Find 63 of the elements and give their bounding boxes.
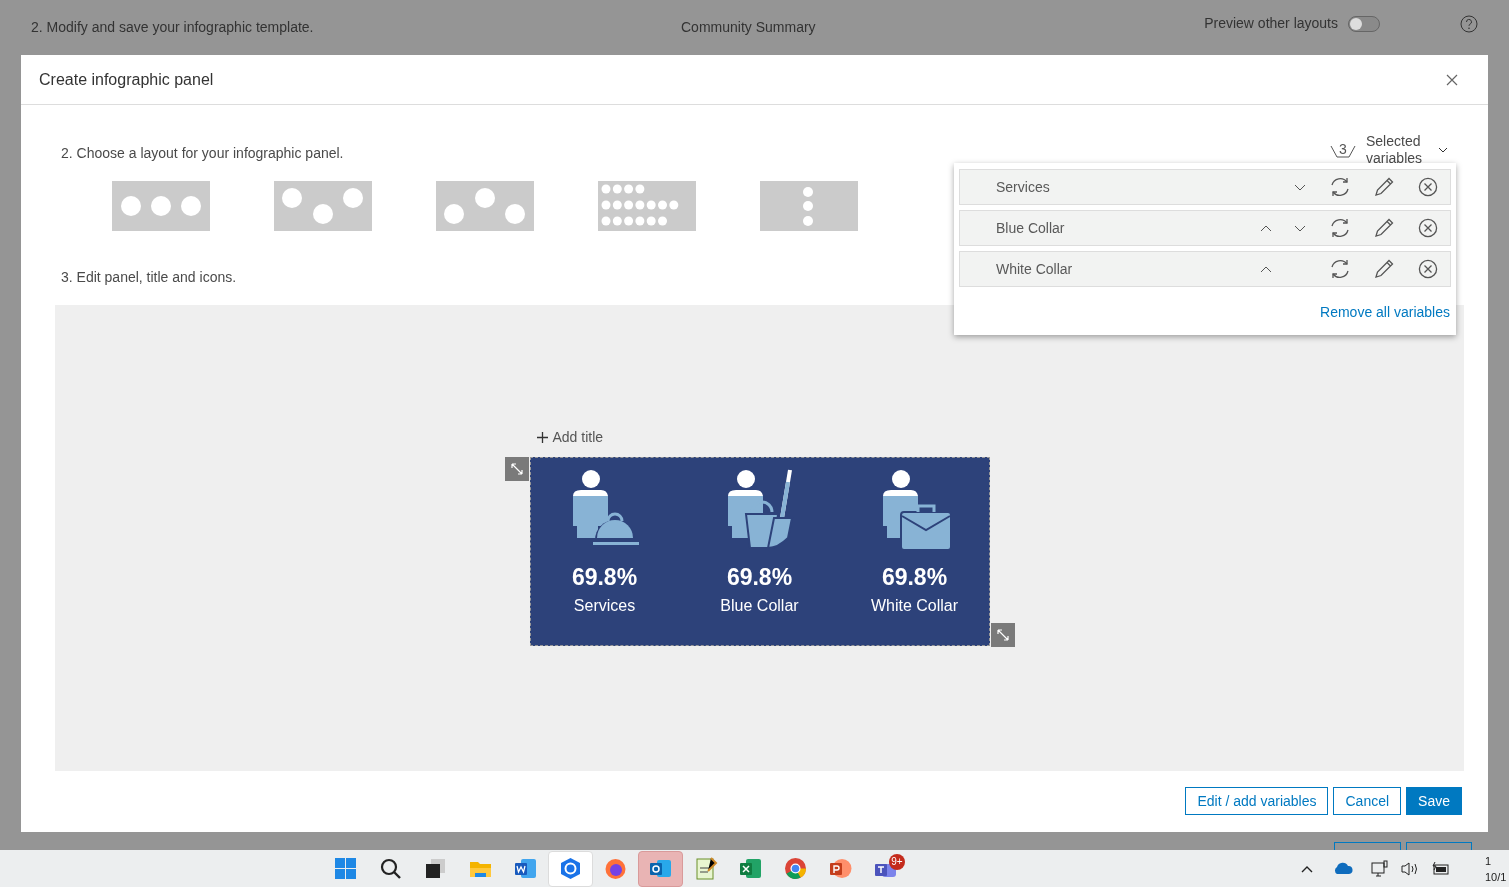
chevron-down-icon [1294,183,1306,191]
help-icon[interactable] [1460,14,1478,33]
dialog-button[interactable]: Cancel [1333,787,1402,815]
add-title-button[interactable]: Add title [536,426,604,448]
infographic-panel[interactable]: 69.8% Services 69.8% Blue Collar 69.8% White Collar [529,456,990,646]
app-icon [378,856,403,881]
remove-icon[interactable] [1418,259,1438,279]
remove-icon[interactable] [1418,177,1438,197]
preview-toggle[interactable] [1348,15,1380,32]
page-title: Community Summary [681,18,816,37]
app-icon [423,856,448,881]
remove-icon[interactable] [1418,218,1438,238]
dialog-button[interactable]: Save [1406,787,1462,815]
dialog-button[interactable]: Edit / add variables [1185,787,1329,815]
app-icon [738,856,763,881]
resize-handle[interactable] [990,622,1015,647]
chevron-up-icon [1260,265,1272,273]
stat-label: Services [573,595,636,616]
resize-arrow-icon [508,460,525,477]
toggle-label: Preview other layouts [1204,14,1338,33]
resize-handle[interactable] [504,456,529,481]
app-icon [333,856,358,881]
stat-label: White Collar [870,595,959,616]
notification-badge: 9+ [889,853,905,870]
stat-value: 69.8% [726,562,793,592]
chevron-up-icon[interactable] [1301,864,1313,873]
dialog-title: Create infographic panel [39,69,214,90]
variable-name: White Collar [996,259,1073,279]
close-icon[interactable] [1446,73,1458,86]
remove-all-link[interactable]: Remove all variables [1320,302,1450,323]
variable-name: Blue Collar [996,218,1065,238]
step-text: 2. Choose a layout for your infographic panel. [61,145,344,161]
app-icon [783,856,808,881]
clock-date: 10/1 [1485,869,1508,885]
app-icon [693,856,718,881]
stat-value: 69.8% [571,562,638,592]
app-icon [513,856,538,881]
app-icon [828,856,853,881]
chevron-up-icon [1260,224,1272,232]
variables-count-badge: 3 [1330,141,1356,159]
edit-icon[interactable] [1374,259,1394,279]
cloud-icon[interactable] [1333,862,1353,875]
app-icon [603,856,628,881]
step-text: 3. Edit panel, title and icons. [61,269,237,285]
refresh-icon[interactable] [1329,217,1351,239]
taskbar-button[interactable]: 9+ [863,850,908,887]
step-text: 2. Modify and save your infographic template. [31,18,315,37]
network-icon[interactable] [1371,859,1389,878]
stat-label: Blue Collar [720,595,799,616]
variable-name: Services [996,177,1050,197]
chevron-down-icon [1294,224,1306,232]
chevron-down-icon [1438,147,1448,153]
resize-arrow-icon [994,626,1011,643]
stat-value: 69.8% [881,562,948,592]
speaker-icon[interactable] [1401,860,1419,877]
edit-icon[interactable] [1374,218,1394,238]
app-icon [558,856,583,881]
plus-icon [536,431,548,443]
battery-icon[interactable] [1431,861,1451,876]
refresh-icon[interactable] [1329,258,1351,280]
refresh-icon[interactable] [1329,176,1351,198]
edit-icon[interactable] [1374,177,1394,197]
clock-time: 1 [1485,853,1493,869]
